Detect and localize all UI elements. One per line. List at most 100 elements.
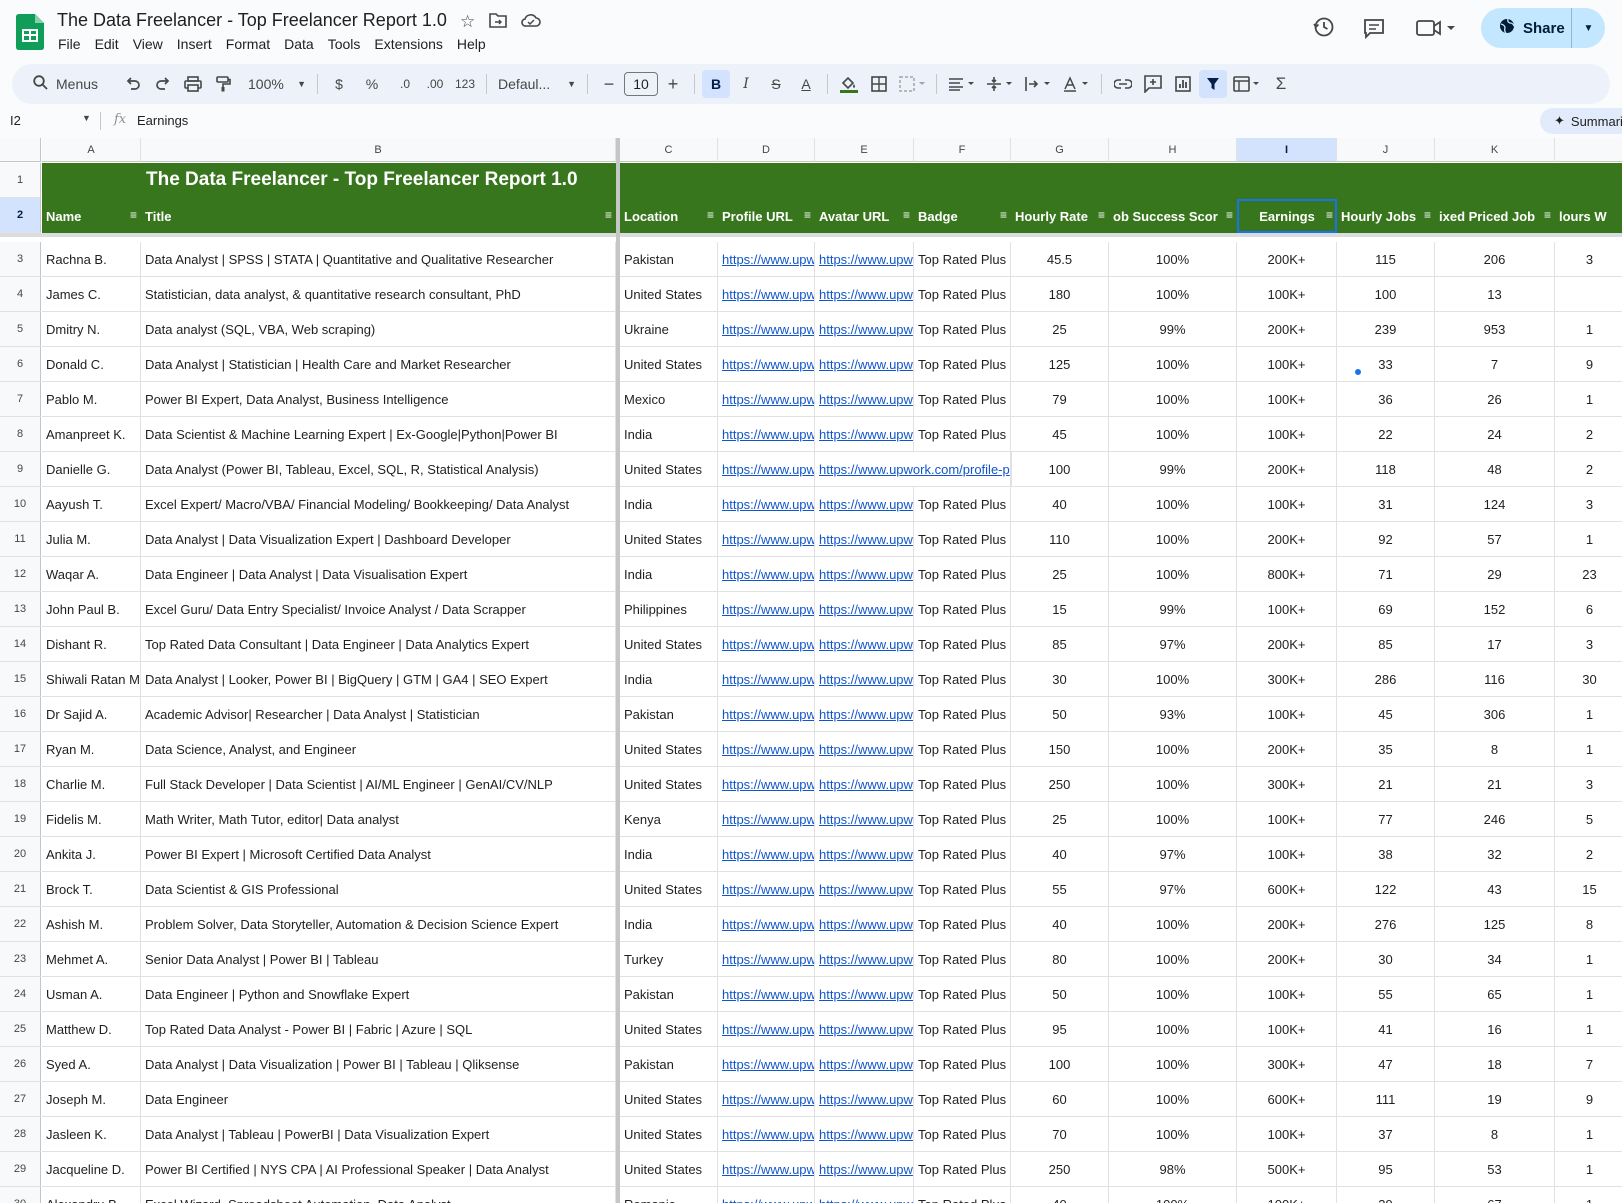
row-header[interactable]: 9 (0, 452, 41, 487)
summarize-button[interactable]: ✦ Summariz (1540, 108, 1622, 134)
table-cell[interactable]: 34 (1435, 942, 1555, 976)
table-cell[interactable]: 77 (1337, 802, 1435, 836)
row-header[interactable]: 16 (0, 697, 41, 732)
table-cell[interactable]: https://www.upw (718, 1047, 815, 1081)
table-cell[interactable]: https://www.upw (815, 872, 914, 906)
table-cell[interactable]: Excel Guru/ Data Entry Specialist/ Invoi… (141, 592, 616, 626)
table-cell[interactable]: 7 (1555, 1047, 1622, 1081)
table-cell[interactable]: India (620, 907, 718, 941)
table-cell[interactable]: https://www.upw (815, 802, 914, 836)
table-cell[interactable]: 100% (1109, 732, 1237, 766)
table-cell[interactable]: Data Analyst (Power BI, Tableau, Excel, … (141, 452, 616, 486)
number-format-button[interactable]: 123 (451, 70, 479, 98)
table-cell[interactable]: Excel Expert/ Macro/VBA/ Financial Model… (141, 487, 616, 521)
cloud-status-icon[interactable] (521, 12, 542, 33)
table-cell[interactable]: Top Rated Plus (914, 277, 1011, 311)
table-cell[interactable]: Aayush T. (42, 487, 141, 521)
table-cell[interactable]: India (620, 837, 718, 871)
row-header[interactable]: 17 (0, 732, 41, 767)
table-cell[interactable]: https://www.upw (815, 487, 914, 521)
sheets-logo-icon[interactable] (16, 14, 44, 50)
table-cell[interactable]: Academic Advisor| Researcher | Data Anal… (141, 697, 616, 731)
table-cell[interactable]: 300K+ (1237, 1047, 1337, 1081)
table-cell[interactable]: https://www.upw (718, 837, 815, 871)
table-cell[interactable]: 100% (1109, 1082, 1237, 1116)
table-cell[interactable]: 100% (1109, 1012, 1237, 1046)
table-cell[interactable]: United States (620, 627, 718, 661)
table-cell[interactable]: Jacqueline D. (42, 1152, 141, 1186)
table-cell[interactable]: Top Rated Plus (914, 662, 1011, 696)
table-cell[interactable]: 100% (1109, 767, 1237, 801)
table-cell[interactable]: 24 (1435, 417, 1555, 451)
table-cell[interactable]: Top Rated Plus (914, 557, 1011, 591)
filter-views-icon[interactable] (1229, 70, 1265, 98)
share-button[interactable]: Share ▼ (1481, 8, 1605, 48)
table-cell[interactable]: 2 (1555, 837, 1622, 871)
table-cell[interactable]: https://www.upw (815, 942, 914, 976)
table-cell[interactable]: 100K+ (1237, 277, 1337, 311)
table-cell[interactable]: 36 (1337, 382, 1435, 416)
table-cell[interactable]: 50 (1011, 697, 1109, 731)
table-cell[interactable]: John Paul B. (42, 592, 141, 626)
table-cell[interactable]: 100% (1109, 277, 1237, 311)
table-cell[interactable]: India (620, 417, 718, 451)
table-cell[interactable]: 100 (1011, 452, 1109, 486)
table-cell[interactable]: United States (620, 277, 718, 311)
table-cell[interactable]: 25 (1011, 802, 1109, 836)
menu-extensions[interactable]: Extensions (374, 36, 450, 52)
table-cell[interactable]: 8 (1435, 732, 1555, 766)
table-cell[interactable]: Top Rated Plus (914, 487, 1011, 521)
row-header[interactable]: 27 (0, 1082, 41, 1117)
table-cell[interactable]: 100% (1109, 347, 1237, 381)
table-cell[interactable]: Math Writer, Math Tutor, editor| Data an… (141, 802, 616, 836)
filter-dropdown-icon[interactable]: ≡ (1544, 208, 1551, 222)
text-wrapping-icon[interactable] (1020, 70, 1056, 98)
column-header-j[interactable]: J (1337, 138, 1435, 162)
table-cell[interactable]: 17 (1435, 627, 1555, 661)
table-cell[interactable]: 500K+ (1237, 1152, 1337, 1186)
table-cell[interactable]: 3 (1555, 767, 1622, 801)
table-cell[interactable]: 1 (1555, 1152, 1622, 1186)
table-cell[interactable]: Power BI Expert | Microsoft Certified Da… (141, 837, 616, 871)
filter-icon[interactable] (1199, 70, 1228, 98)
filter-dropdown-icon[interactable]: ≡ (1326, 208, 1333, 222)
move-folder-icon[interactable] (489, 12, 508, 33)
column-header-k[interactable]: K (1435, 138, 1555, 162)
table-cell[interactable]: 65 (1435, 977, 1555, 1011)
table-cell[interactable]: United States (620, 1082, 718, 1116)
table-cell[interactable]: Excel Wizard, Spreadsheet Automation, Da… (141, 1187, 616, 1203)
table-cell[interactable]: 6 (1555, 592, 1622, 626)
table-cell[interactable]: 100% (1109, 907, 1237, 941)
table-cell[interactable]: 100% (1109, 977, 1237, 1011)
filter-dropdown-icon[interactable]: ≡ (130, 208, 137, 222)
row-header[interactable]: 28 (0, 1117, 41, 1152)
table-cell[interactable]: 70 (1011, 1117, 1109, 1151)
table-cell[interactable]: 206 (1435, 242, 1555, 276)
table-cell[interactable]: Top Rated Plus (914, 872, 1011, 906)
table-cell[interactable]: 1 (1555, 1117, 1622, 1151)
increase-font-size-icon[interactable]: + (659, 70, 687, 98)
row-header[interactable]: 10 (0, 487, 41, 522)
table-cell[interactable]: 98% (1109, 1152, 1237, 1186)
table-cell[interactable]: 100K+ (1237, 382, 1337, 416)
row-header[interactable]: 25 (0, 1012, 41, 1047)
table-cell[interactable]: 124 (1435, 487, 1555, 521)
table-cell[interactable]: 100% (1109, 802, 1237, 836)
table-cell[interactable]: Data analyst (SQL, VBA, Web scraping) (141, 312, 616, 346)
borders-icon[interactable] (865, 70, 893, 98)
table-cell[interactable]: Top Rated Plus (914, 977, 1011, 1011)
table-cell[interactable]: 200K+ (1237, 522, 1337, 556)
table-cell[interactable]: https://www.upw (815, 557, 914, 591)
table-cell[interactable]: 600K+ (1237, 1082, 1337, 1116)
table-cell[interactable]: Top Rated Plus (914, 1082, 1011, 1116)
table-cell[interactable]: 85 (1337, 627, 1435, 661)
table-cell[interactable]: 100K+ (1237, 697, 1337, 731)
table-cell[interactable]: 125 (1435, 907, 1555, 941)
table-cell[interactable]: https://www.upw (815, 697, 914, 731)
undo-icon[interactable] (119, 70, 147, 98)
table-cell[interactable]: 100K+ (1237, 1012, 1337, 1046)
table-cell[interactable]: 26 (1435, 382, 1555, 416)
table-cell[interactable]: Top Rated Plus (914, 592, 1011, 626)
header-cell[interactable]: ixed Priced Job ≡ (1435, 199, 1555, 233)
decrease-font-size-icon[interactable]: − (595, 70, 623, 98)
